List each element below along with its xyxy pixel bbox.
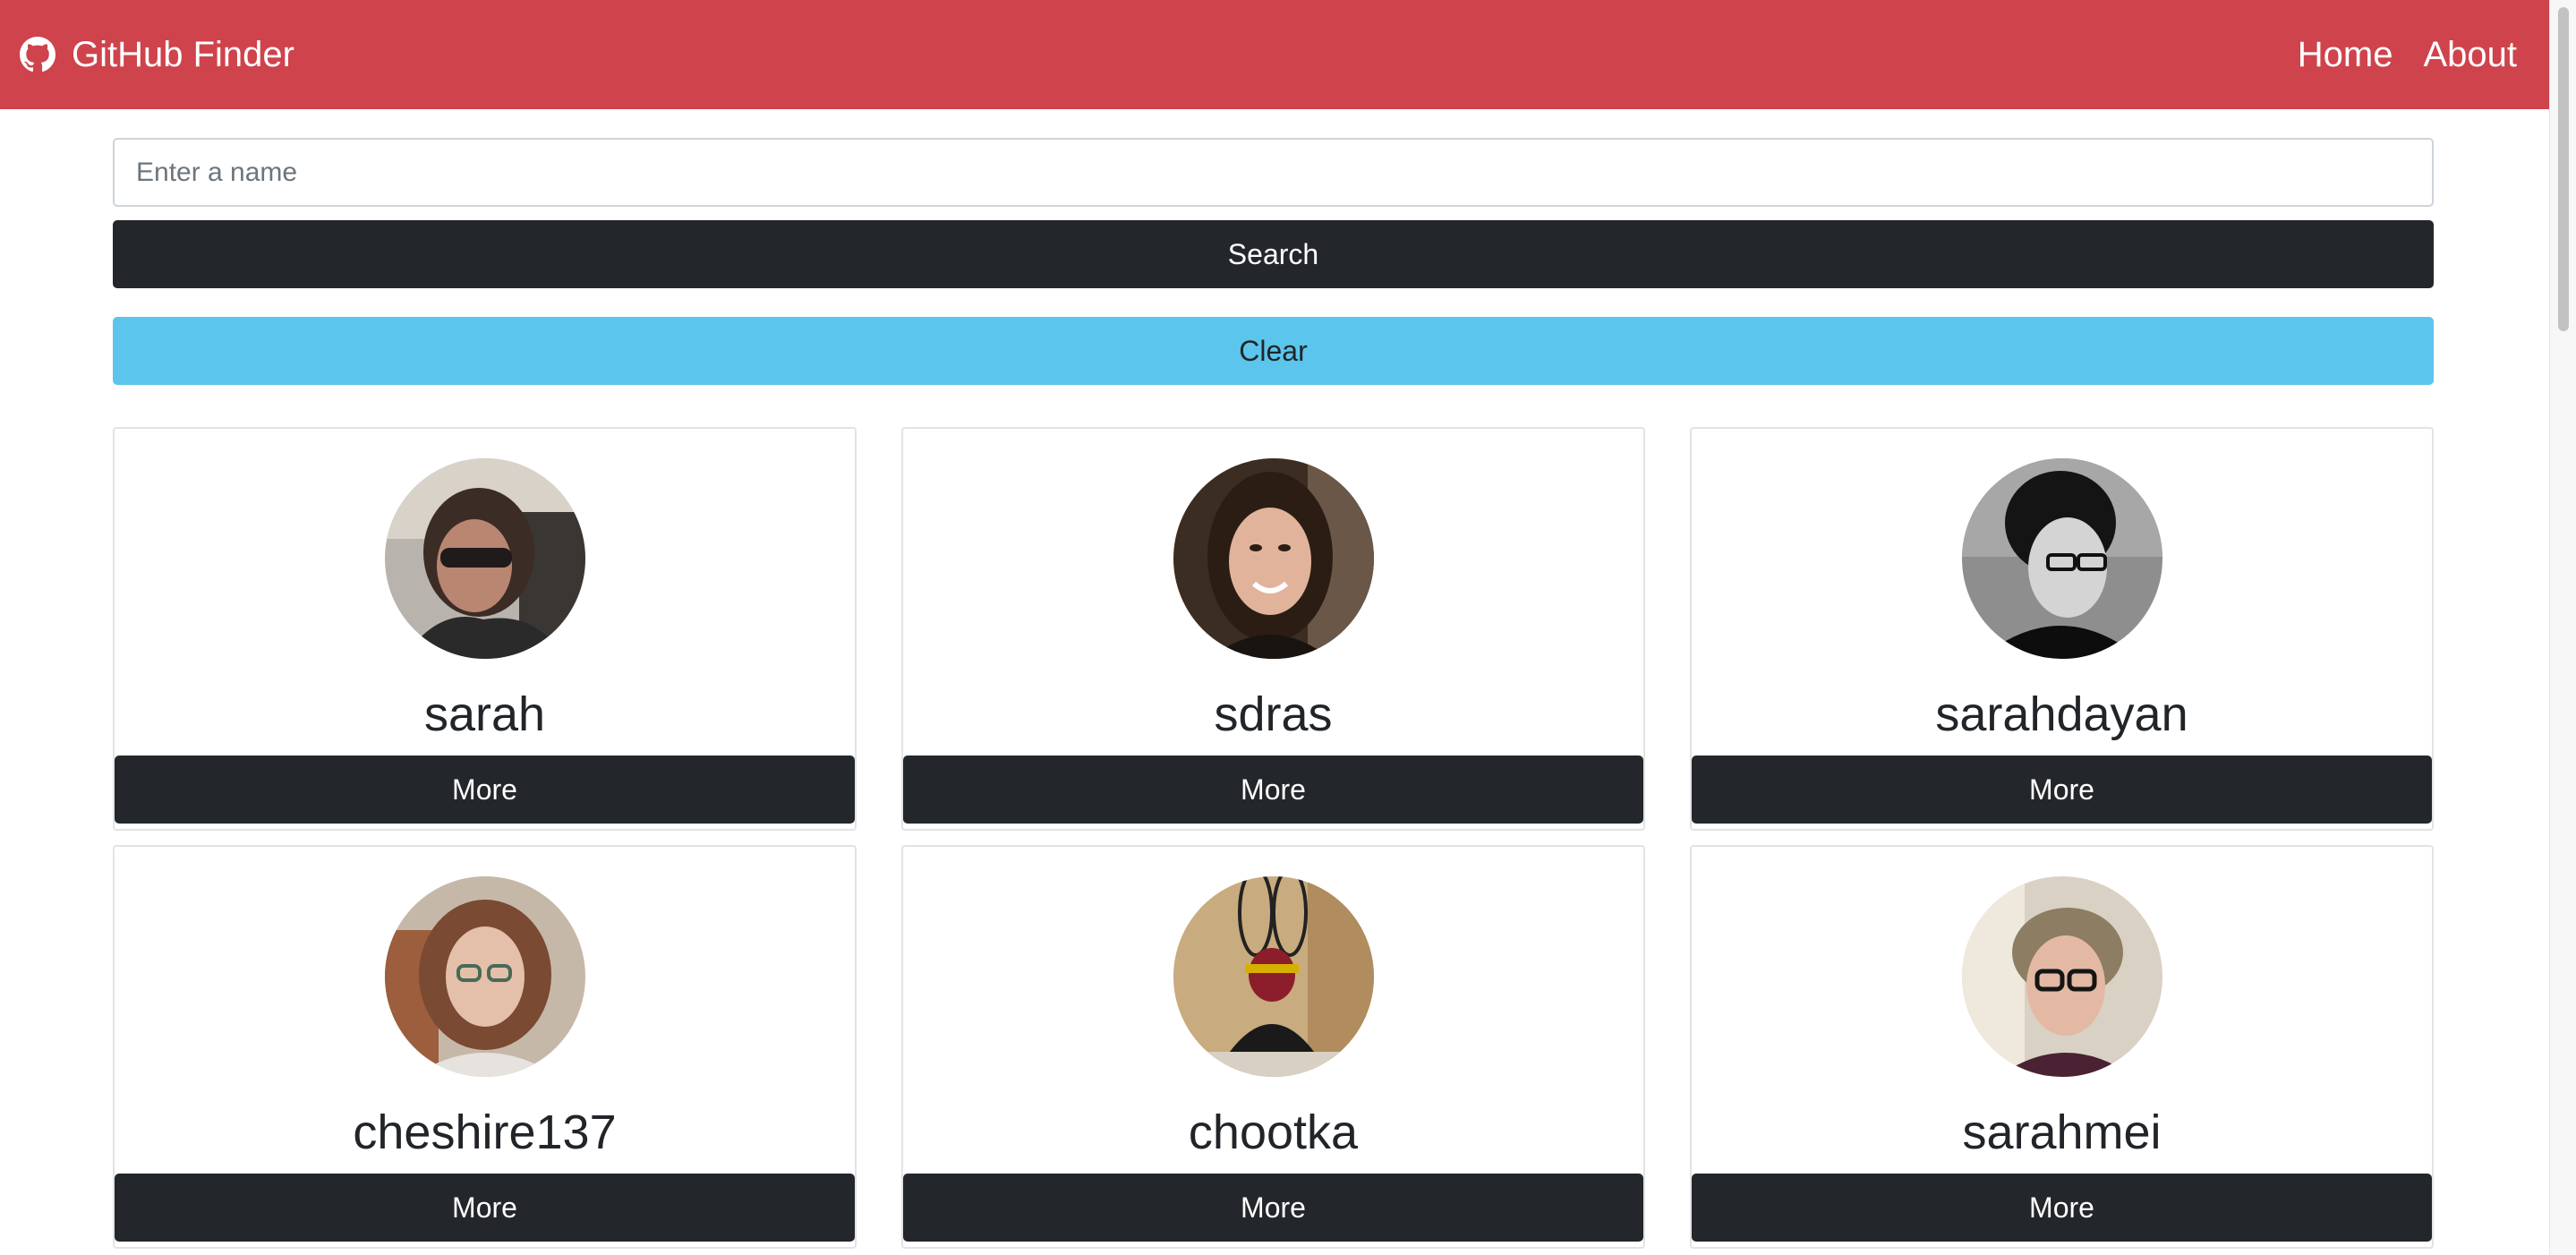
user-avatar bbox=[1173, 876, 1374, 1077]
more-button[interactable]: More bbox=[903, 1174, 1643, 1242]
more-button[interactable]: More bbox=[115, 756, 855, 824]
navbar: GitHub Finder Home About bbox=[0, 0, 2549, 109]
more-button[interactable]: More bbox=[115, 1174, 855, 1242]
user-card: sarahmei More bbox=[1690, 845, 2434, 1249]
user-login: sarahmei bbox=[1962, 1106, 2162, 1159]
user-avatar bbox=[1961, 876, 2162, 1077]
nav-links: Home About bbox=[2298, 35, 2517, 75]
brand[interactable]: GitHub Finder bbox=[20, 35, 294, 75]
nav-link-home[interactable]: Home bbox=[2298, 35, 2393, 75]
user-login: cheshire137 bbox=[353, 1106, 617, 1159]
user-card: sarah More bbox=[113, 427, 857, 831]
user-login: sarahdayan bbox=[1935, 687, 2188, 741]
more-button[interactable]: More bbox=[1692, 1174, 2432, 1242]
user-avatar bbox=[384, 876, 585, 1077]
user-avatar bbox=[384, 458, 585, 659]
scrollbar-thumb[interactable] bbox=[2558, 7, 2569, 331]
search-input[interactable] bbox=[113, 138, 2434, 207]
search-form: Search Clear bbox=[113, 138, 2434, 385]
user-login: sarah bbox=[423, 687, 546, 741]
app-page: GitHub Finder Home About Search Clear bbox=[0, 0, 2576, 1255]
user-card: cheshire137 More bbox=[113, 845, 857, 1249]
github-icon bbox=[20, 37, 55, 73]
clear-button[interactable]: Clear bbox=[113, 317, 2434, 385]
brand-title: GitHub Finder bbox=[72, 34, 294, 74]
user-avatar bbox=[1961, 458, 2162, 659]
user-card: sarahdayan More bbox=[1690, 427, 2434, 831]
more-button[interactable]: More bbox=[1692, 756, 2432, 824]
search-button[interactable]: Search bbox=[113, 220, 2434, 288]
user-login: chootka bbox=[1188, 1106, 1359, 1159]
more-button[interactable]: More bbox=[903, 756, 1643, 824]
users-grid: sarah More sdras More sarahdayan More ch… bbox=[113, 427, 2434, 1249]
user-card: sdras More bbox=[901, 427, 1645, 831]
user-login: sdras bbox=[1214, 687, 1333, 741]
vertical-scrollbar[interactable] bbox=[2549, 0, 2576, 1255]
user-card: chootka More bbox=[901, 845, 1645, 1249]
user-avatar bbox=[1173, 458, 1374, 659]
nav-link-about[interactable]: About bbox=[2423, 35, 2517, 75]
